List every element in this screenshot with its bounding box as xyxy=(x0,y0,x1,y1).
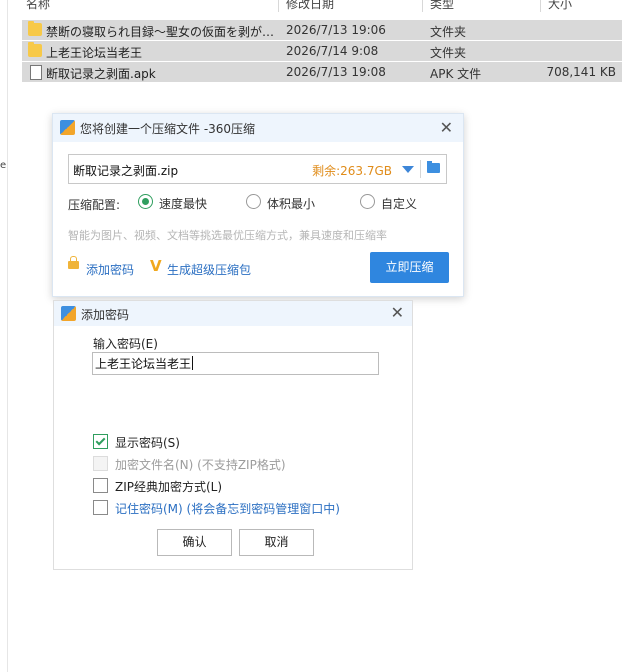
checkbox-icon[interactable] xyxy=(93,500,108,515)
field-divider xyxy=(420,160,421,178)
password-dialog: 添加密码 ✕ 输入密码(E) 上老王论坛当老王 显示密码(S) 加密文件名(N)… xyxy=(53,300,413,570)
file-row[interactable]: 断取记录之剥面.apk 2026/7/13 19:08 APK 文件 708,1… xyxy=(22,62,622,82)
compress-now-button[interactable]: 立即压缩 xyxy=(370,252,449,283)
password-input[interactable]: 上老王论坛当老王 xyxy=(92,352,379,375)
radio-label[interactable]: 自定义 xyxy=(381,195,417,212)
file-date: 2026/7/13 19:06 xyxy=(286,23,386,37)
cancel-button[interactable]: 取消 xyxy=(239,529,314,556)
file-date: 2026/7/14 9:08 xyxy=(286,44,379,58)
password-input-label: 输入密码(E) xyxy=(93,337,158,351)
file-type: 文件夹 xyxy=(430,46,467,60)
checkbox-label[interactable]: ZIP经典加密方式(L) xyxy=(115,478,222,495)
checkbox-icon[interactable] xyxy=(93,434,108,449)
browse-folder-icon[interactable] xyxy=(427,161,440,173)
nav-pane-glyph: e xyxy=(0,160,7,171)
super-archive-icon[interactable]: V xyxy=(150,257,162,275)
column-divider[interactable] xyxy=(540,0,541,12)
checkbox-icon xyxy=(93,456,108,471)
column-divider[interactable] xyxy=(422,0,423,12)
confirm-button[interactable]: 确认 xyxy=(157,529,232,556)
file-row[interactable]: 上老王论坛当老王 2026/7/14 9:08 文件夹 xyxy=(22,41,622,61)
close-icon[interactable]: ✕ xyxy=(391,305,404,321)
360zip-app-icon xyxy=(61,306,76,321)
file-name: 禁断の寝取られ目録～聖女の仮面を剥が… xyxy=(46,25,275,39)
file-row[interactable]: 禁断の寝取られ目録～聖女の仮面を剥が… 2026/7/13 19:06 文件夹 xyxy=(22,20,622,40)
checkbox-label[interactable]: 记住密码(M) (将会备忘到密码管理窗口中) xyxy=(115,500,340,517)
checkbox-label[interactable]: 显示密码(S) xyxy=(115,434,180,451)
add-password-link[interactable]: 添加密码 xyxy=(86,261,134,278)
folder-icon xyxy=(28,21,42,36)
text-caret xyxy=(192,356,194,370)
chevron-down-icon[interactable] xyxy=(402,166,414,173)
column-header-row: 名称 修改日期 类型 大小 xyxy=(22,0,632,12)
column-divider[interactable] xyxy=(278,0,279,12)
close-icon[interactable]: ✕ xyxy=(440,120,453,136)
file-type: APK 文件 xyxy=(430,67,482,81)
radio-icon[interactable] xyxy=(360,194,375,209)
column-header-size[interactable]: 大小 xyxy=(548,0,572,12)
compression-config-label: 压缩配置: xyxy=(68,198,121,212)
password-dialog-title-bar[interactable]: 添加密码 ✕ xyxy=(54,301,412,326)
archive-name-field[interactable]: 断取记录之剥面.zip 剩余:263.7GB xyxy=(68,154,447,184)
compress-dialog-title-bar[interactable]: 您将创建一个压缩文件 -360压缩 ✕ xyxy=(53,114,463,142)
folder-icon xyxy=(28,42,42,57)
document-icon xyxy=(30,65,42,80)
navigation-pane-edge: e xyxy=(0,0,8,672)
file-size: 708,141 KB xyxy=(546,65,616,79)
archive-filename[interactable]: 断取记录之剥面.zip xyxy=(73,162,178,179)
compress-dialog-title: 您将创建一个压缩文件 -360压缩 xyxy=(80,122,256,136)
compress-dialog: 您将创建一个压缩文件 -360压缩 ✕ 断取记录之剥面.zip 剩余:263.7… xyxy=(52,113,464,297)
radio-label[interactable]: 体积最小 xyxy=(267,195,315,212)
checkbox-icon[interactable] xyxy=(93,478,108,493)
360zip-app-icon xyxy=(60,120,75,135)
file-name: 上老王论坛当老王 xyxy=(46,46,143,60)
lock-icon[interactable] xyxy=(68,256,79,269)
radio-icon[interactable] xyxy=(138,194,153,209)
password-value[interactable]: 上老王论坛当老王 xyxy=(95,357,191,371)
super-archive-link[interactable]: 生成超级压缩包 xyxy=(167,261,251,278)
radio-label[interactable]: 速度最快 xyxy=(159,195,207,212)
free-space-label: 剩余:263.7GB xyxy=(312,164,392,178)
column-header-date[interactable]: 修改日期 xyxy=(286,0,334,12)
column-header-name[interactable]: 名称 xyxy=(26,0,50,12)
compression-hint: 智能为图片、视频、文档等挑选最优压缩方式，兼具速度和压缩率 xyxy=(68,229,387,242)
file-date: 2026/7/13 19:08 xyxy=(286,65,386,79)
file-name: 断取记录之剥面.apk xyxy=(46,67,156,81)
file-type: 文件夹 xyxy=(430,25,467,39)
column-header-type[interactable]: 类型 xyxy=(430,0,454,12)
checkbox-label: 加密文件名(N) (不支持ZIP格式) xyxy=(115,458,286,472)
radio-icon[interactable] xyxy=(246,194,261,209)
password-dialog-title: 添加密码 xyxy=(81,308,130,322)
